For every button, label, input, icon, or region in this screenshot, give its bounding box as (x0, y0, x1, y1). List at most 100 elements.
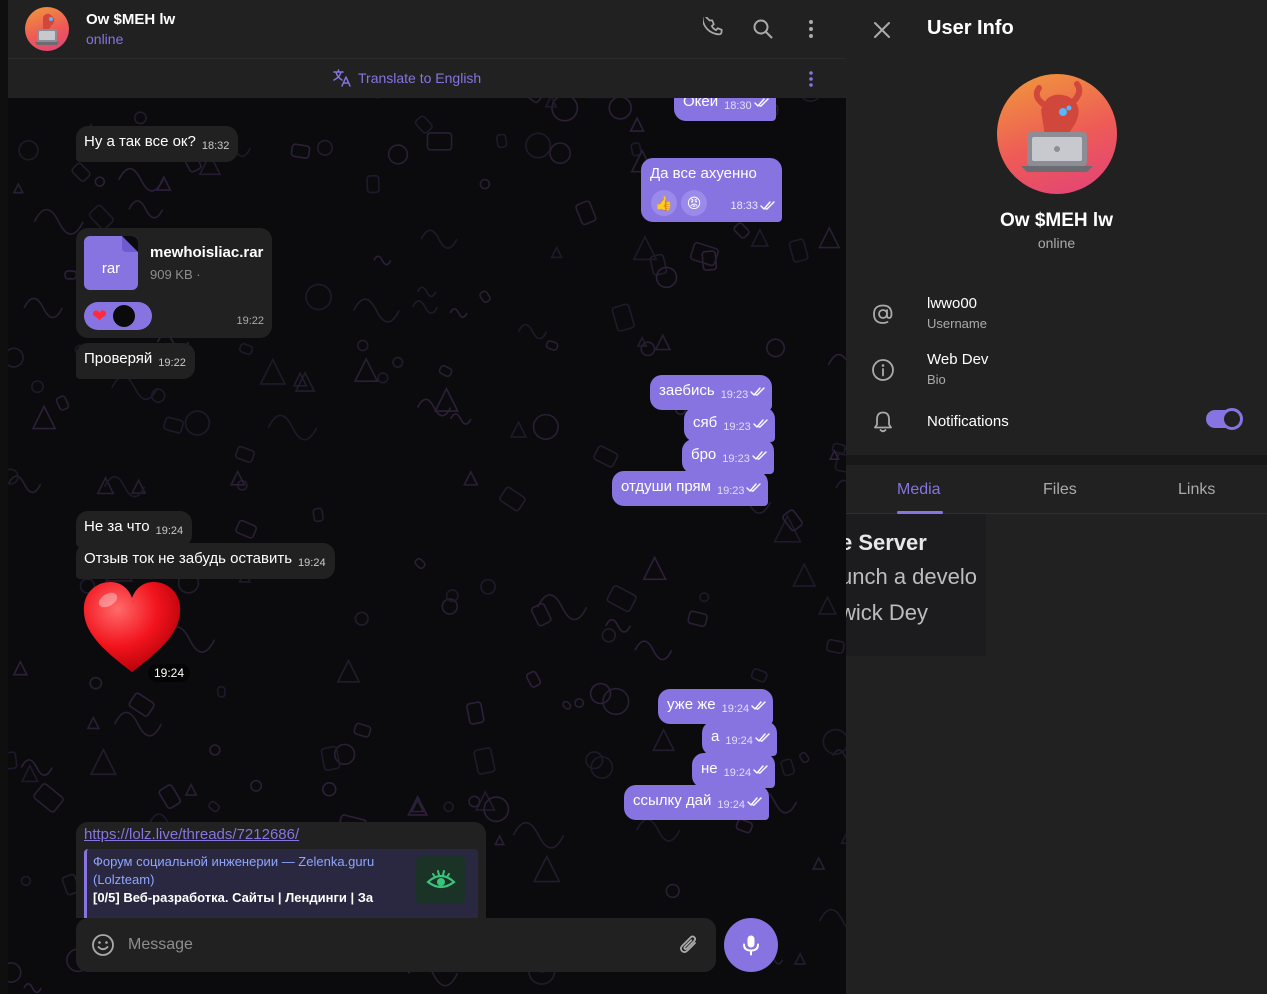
message-text: Окей (683, 98, 719, 110)
translate-button[interactable]: Translate to English (332, 68, 481, 88)
message-input[interactable] (128, 932, 668, 958)
profile-name: Ow $MEH lw (1000, 210, 1113, 231)
message-link[interactable]: https://lolz.live/threads/7212686/ Форум… (76, 822, 486, 918)
message-incoming[interactable]: Проверяй 19:22 (76, 343, 195, 379)
message-time: 19:22 (236, 315, 264, 327)
message-incoming[interactable]: Отзыв ток не забудь оставить 19:24 (76, 543, 335, 579)
message-text: сяб (693, 414, 718, 431)
message-text: Отзыв ток не забудь оставить (84, 550, 293, 567)
translate-bar: Translate to English (8, 58, 846, 98)
reaction-avatar: ● (113, 305, 136, 327)
wallpaper-doodle (8, 962, 22, 983)
paperclip-icon[interactable] (676, 932, 702, 958)
file-size: 909 KB · (150, 267, 201, 282)
message-outgoing[interactable]: ссылку дай 19:24 (624, 785, 769, 820)
close-button[interactable] (868, 16, 896, 44)
message-outgoing[interactable]: уже же 19:24 (658, 689, 774, 724)
chat-title[interactable]: Ow $MEH lw (86, 11, 175, 28)
message-time: 19:23 (716, 485, 745, 497)
search-button[interactable] (748, 14, 778, 44)
file-extension: rar (101, 260, 121, 277)
avatar-art (1021, 81, 1093, 172)
double-check-icon (750, 387, 765, 396)
message-text: ссылку дай (633, 792, 712, 809)
message-outgoing[interactable]: Окей 18:30 (674, 98, 776, 121)
message-outgoing[interactable]: сяб 19:23 (684, 407, 775, 442)
translate-label: Translate to English (358, 70, 482, 86)
double-check-icon (752, 451, 767, 460)
file-icon[interactable]: rar (84, 236, 138, 290)
message-outgoing[interactable]: отдуши прям 19:23 (612, 471, 769, 506)
link-preview[interactable]: Форум социальной инженерии — Zelenka.gur… (84, 849, 478, 918)
notifications-toggle[interactable] (1206, 408, 1243, 430)
voice-record-button[interactable] (724, 918, 778, 972)
tab-files[interactable]: Files (1043, 481, 1077, 499)
phone-icon (703, 17, 723, 36)
translate-menu-button[interactable] (804, 67, 818, 91)
close-icon (874, 22, 890, 38)
message-text: Ну а так все ок? (84, 133, 196, 150)
message-time: 19:24 (717, 799, 745, 811)
reaction-angry[interactable]: 😡 (681, 190, 707, 216)
file-name[interactable]: mewhoisliac.rar (150, 244, 263, 262)
message-text: не (701, 760, 718, 777)
message-text: бро (691, 446, 717, 463)
message-link-url[interactable]: https://lolz.live/threads/7212686/ (84, 826, 299, 843)
message-time: 19:24 (155, 525, 184, 537)
message-text: уже же (667, 696, 716, 713)
chat-header[interactable]: Ow $MEH lw online (8, 0, 846, 58)
avatar-art (35, 13, 59, 45)
toggle-knob (1221, 408, 1243, 430)
message-outgoing[interactable]: а 19:24 (702, 721, 777, 756)
reaction-list[interactable]: ❤ ● (84, 302, 152, 330)
tab-links[interactable]: Links (1178, 481, 1215, 499)
profile-avatar[interactable] (997, 74, 1117, 194)
emoji-icon[interactable] (90, 932, 116, 958)
message-incoming[interactable]: Ну а так все ок? 18:32 (76, 126, 239, 162)
avatar[interactable] (25, 7, 69, 51)
reaction-list: 👍 😡 (651, 190, 707, 216)
media-thumbnail[interactable]: e Server unch a develo wick Dey (846, 514, 986, 656)
chat-pane: Ow $MEH lw online Translate to English О… (8, 0, 846, 994)
message-time: 18:32 (201, 140, 230, 152)
call-button[interactable] (700, 14, 730, 44)
message-incoming[interactable]: Не за что 19:24 (76, 511, 193, 547)
bio-row[interactable]: Web Dev Bio (846, 345, 1267, 395)
message-time: 19:23 (720, 389, 749, 401)
media-text: wick Dey (846, 600, 929, 625)
double-check-icon (747, 797, 762, 806)
message-outgoing[interactable]: не 19:24 (692, 753, 776, 788)
username-label: Username (927, 316, 987, 331)
message-time: 19:24 (725, 735, 753, 747)
message-outgoing[interactable]: Да все ахуенно 👍 😡 18:33 (641, 158, 782, 222)
wallpaper-doodle (23, 983, 42, 994)
message-file[interactable]: rar mewhoisliac.rar 909 KB · ❤ ● 19:22 (76, 228, 272, 338)
section-divider (846, 455, 1267, 465)
double-check-icon (751, 701, 766, 710)
message-text: Проверяй (84, 350, 153, 367)
profile-status: online (1037, 235, 1076, 251)
message-time: 18:33 (730, 200, 758, 212)
message-outgoing[interactable]: бро 19:23 (682, 439, 774, 474)
link-preview-description: [0/5] Веб-разработка. Сайты | Лендинги |… (93, 890, 374, 905)
message-outgoing[interactable]: заебись 19:23 (650, 375, 773, 410)
message-list[interactable]: Окей 18:30 Ну а так все ок? 18:32 Да все а… (8, 98, 846, 918)
message-composer[interactable] (76, 918, 716, 972)
notifications-row[interactable]: Notifications (846, 397, 1267, 447)
more-vertical-icon (809, 71, 813, 87)
username-row[interactable]: lwwo00 Username (846, 289, 1267, 339)
tab-media[interactable]: Media (897, 481, 941, 499)
message-text: отдуши прям (621, 478, 711, 495)
at-icon (873, 304, 893, 324)
search-icon (753, 19, 773, 39)
notifications-label: Notifications (927, 413, 1009, 430)
message-text: Не за что (84, 518, 150, 535)
bio-label: Bio (927, 372, 946, 387)
username-value: lwwo00 (927, 295, 978, 312)
more-button[interactable] (796, 14, 826, 44)
reaction-thumbs-up[interactable]: 👍 (651, 190, 677, 216)
double-check-icon (753, 765, 768, 774)
shared-media-tabs: Media Files Links (846, 465, 1267, 514)
message-time: 19:24 (721, 703, 750, 715)
link-preview-thumbnail (416, 856, 466, 904)
